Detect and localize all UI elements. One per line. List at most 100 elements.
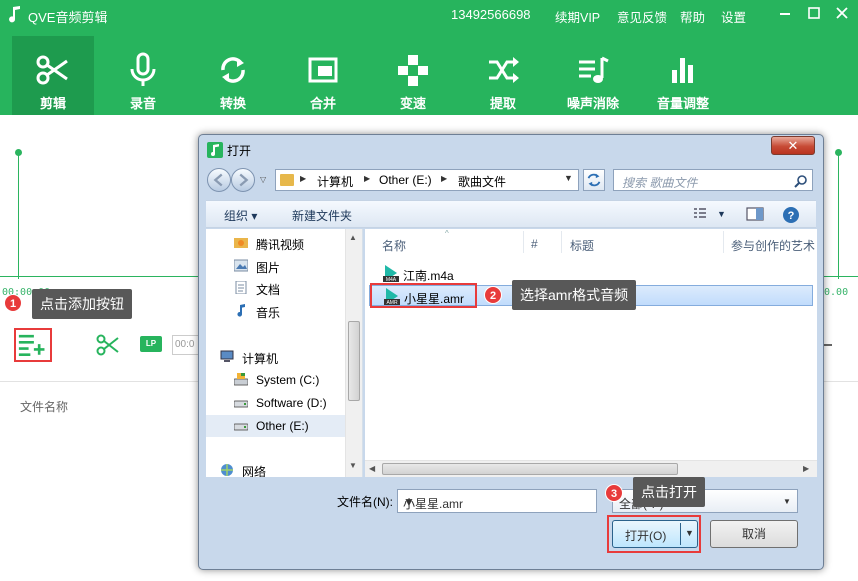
split-separator	[680, 523, 681, 545]
tool-label: 转换	[219, 96, 246, 111]
end-marker-line	[838, 152, 839, 279]
column-separator	[523, 231, 524, 253]
loop-play-button[interactable]: LP	[140, 336, 162, 352]
view-dropdown-icon[interactable]: ▼	[717, 209, 726, 219]
view-options-icon[interactable]	[692, 206, 708, 222]
nav-item-network[interactable]: 网络	[206, 459, 332, 477]
tool-cut[interactable]: 剪辑	[12, 36, 94, 115]
sort-indicator-icon: ^	[445, 229, 449, 238]
minimize-icon[interactable]	[775, 4, 795, 22]
column-header-name[interactable]: 名称	[382, 237, 406, 254]
file-list-scrollbar[interactable]: ◀ ▶	[365, 460, 817, 477]
column-header-title[interactable]: 标题	[570, 237, 594, 254]
dialog-app-icon	[207, 142, 223, 158]
user-phone[interactable]: 13492566698	[451, 7, 531, 22]
step-badge: 3	[605, 484, 623, 502]
tool-speed[interactable]: 变速	[372, 36, 454, 115]
tool-convert[interactable]: 转换	[192, 36, 274, 115]
scrollbar-thumb[interactable]	[348, 321, 360, 401]
filename-label: 文件名(N):	[337, 495, 393, 509]
folder-video-icon	[234, 238, 248, 248]
organize-menu[interactable]: 组织 ▾	[224, 207, 257, 224]
nav-item-music[interactable]: 音乐	[206, 300, 346, 322]
nav-pane-scrollbar[interactable]: ▲ ▼	[345, 229, 362, 477]
music-icon	[237, 304, 245, 317]
file-list: ^ 名称 # 标题 参与创作的艺术 M4A 江南.m4a AMR 小星星.amr	[365, 229, 817, 477]
nav-item-tencent-video[interactable]: 腾讯视频	[206, 232, 346, 254]
nav-item-pictures[interactable]: 图片	[206, 255, 346, 277]
help-icon[interactable]: ?	[782, 206, 800, 224]
scroll-down-icon[interactable]: ▼	[349, 461, 357, 470]
cut-scissors-icon[interactable]	[96, 333, 120, 357]
nav-item-documents[interactable]: 文档	[206, 277, 346, 299]
chevron-down-icon[interactable]: ▼	[685, 528, 694, 538]
address-bar[interactable]: ▶ 计算机 ▶ Other (E:) ▶ 歌曲文件 ▼	[275, 169, 579, 191]
help-link[interactable]: 帮助	[680, 7, 705, 26]
svg-text:M4A: M4A	[386, 277, 397, 282]
recent-locations-dropdown[interactable]: ▽	[260, 175, 266, 184]
drive-system-icon	[234, 373, 248, 386]
scroll-left-icon[interactable]: ◀	[369, 464, 375, 473]
preview-pane-icon[interactable]	[746, 206, 764, 222]
cancel-button[interactable]: 取消	[710, 520, 798, 548]
renew-vip-link[interactable]: 续期VIP	[555, 7, 600, 26]
nav-label: 音乐	[256, 306, 281, 320]
tool-merge[interactable]: 合并	[282, 36, 364, 115]
nav-label: 网络	[242, 465, 267, 477]
tool-label: 剪辑	[39, 96, 66, 111]
breadcrumb-computer[interactable]: 计算机	[317, 173, 353, 190]
nav-item-system-drive[interactable]: System (C:)	[206, 369, 346, 391]
navigation-pane: 腾讯视频 图片 文档 音乐 计算机 System (C:) Software (…	[206, 229, 363, 477]
tool-volume[interactable]: 音量调整	[642, 36, 724, 115]
file-name: 江南.m4a	[403, 269, 454, 283]
start-marker-handle[interactable]	[15, 149, 22, 156]
column-separator	[561, 231, 562, 253]
open-button[interactable]: 打开(O) ▼	[612, 520, 698, 548]
selected-file-highlight	[370, 283, 477, 308]
add-list-icon	[18, 334, 45, 357]
callout-add-hint: 点击添加按钮	[32, 289, 132, 319]
scroll-right-icon[interactable]: ▶	[803, 464, 809, 473]
command-bar: 组织 ▾ 新建文件夹 ▼ ?	[206, 200, 816, 228]
computer-icon	[220, 350, 234, 362]
app-header: QVE音频剪辑 13492566698 续期VIP 意见反馈 帮助 设置 剪辑 …	[0, 0, 858, 115]
nav-item-software-drive[interactable]: Software (D:)	[206, 392, 346, 414]
tool-extract[interactable]: 提取	[462, 36, 544, 115]
back-arrow-icon	[213, 173, 223, 187]
tool-denoise[interactable]: 噪声消除	[552, 36, 634, 115]
app-title: QVE音频剪辑	[28, 10, 108, 25]
nav-label: 计算机	[242, 352, 279, 366]
dialog-close-button[interactable]: ✕	[771, 136, 815, 155]
close-icon: ✕	[787, 138, 799, 153]
nav-item-other-drive[interactable]: Other (E:)	[206, 415, 346, 437]
tool-record[interactable]: 录音	[102, 36, 184, 115]
maximize-icon[interactable]	[804, 4, 824, 22]
chevron-down-icon[interactable]: ▼	[403, 495, 415, 509]
refresh-arrows-icon	[587, 173, 601, 187]
scrollbar-thumb[interactable]	[382, 463, 678, 475]
column-header-track[interactable]: #	[531, 237, 538, 251]
settings-link[interactable]: 设置	[721, 7, 746, 26]
nav-label: 文档	[256, 283, 281, 297]
add-file-button[interactable]	[14, 328, 52, 362]
close-icon[interactable]	[832, 4, 852, 22]
scroll-up-icon[interactable]: ▲	[349, 233, 357, 242]
chevron-down-icon[interactable]: ▼	[564, 173, 573, 183]
refresh-button[interactable]	[583, 169, 605, 191]
search-input[interactable]: 搜索 歌曲文件	[613, 169, 813, 191]
new-folder-button[interactable]: 新建文件夹	[292, 207, 352, 224]
scissors-icon	[36, 55, 68, 85]
end-marker-handle[interactable]	[835, 149, 842, 156]
feedback-link[interactable]: 意见反馈	[617, 7, 667, 26]
breadcrumb-drive[interactable]: Other (E:)	[379, 173, 432, 187]
breadcrumb-folder[interactable]: 歌曲文件	[458, 173, 506, 190]
filename-input[interactable]: 小星星.amr ▼	[397, 489, 597, 513]
tool-label: 合并	[309, 96, 336, 111]
tool-label: 录音	[129, 96, 156, 111]
chevron-right-icon: ▶	[300, 174, 307, 183]
nav-item-computer[interactable]: 计算机	[206, 346, 332, 368]
back-button[interactable]	[207, 168, 231, 192]
search-icon[interactable]	[794, 174, 808, 188]
column-header-artist[interactable]: 参与创作的艺术	[731, 237, 815, 254]
forward-button[interactable]	[231, 168, 255, 192]
